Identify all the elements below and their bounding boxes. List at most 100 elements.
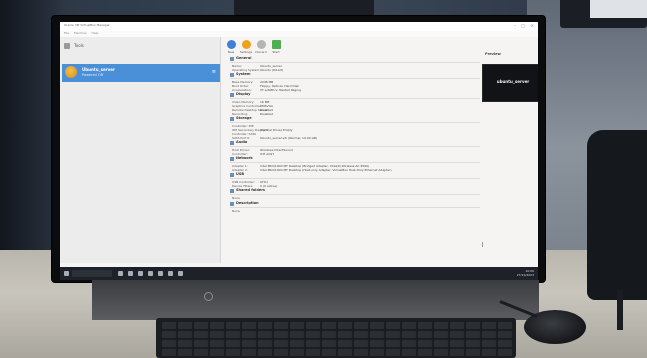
keyboard-key (210, 322, 224, 329)
usb-header[interactable]: USB (230, 172, 480, 178)
keyboard-key (274, 340, 288, 347)
general-icon (230, 57, 234, 61)
section-general: General Name: Ubuntu_server Operating Sys… (230, 56, 480, 72)
keyboard-key (338, 331, 352, 338)
far-monitor-right (560, 0, 647, 28)
keyboard-key (370, 349, 384, 356)
display-header[interactable]: Display (230, 92, 480, 98)
shared-folders-header[interactable]: Shared folders (230, 188, 480, 194)
keyboard-key (162, 322, 176, 329)
start-menu-icon[interactable] (64, 271, 69, 276)
usb-icon (230, 173, 234, 177)
keyboard-key (354, 349, 368, 356)
audio-header[interactable]: Audio (230, 140, 480, 146)
menu-file[interactable]: File (64, 31, 69, 35)
keyboard-key (370, 340, 384, 347)
keyboard-key (194, 322, 208, 329)
general-title: General (236, 56, 252, 60)
section-storage: Storage Controller: IDE IDE Secondary De… (230, 116, 480, 140)
keyboard-key (242, 349, 256, 356)
task-view-icon[interactable] (118, 271, 123, 276)
keyboard-key (210, 349, 224, 356)
edge-icon[interactable] (128, 271, 133, 276)
new-button[interactable]: New (224, 40, 238, 54)
screen: Oracle VM VirtualBox Manager – □ × File … (60, 22, 538, 280)
keyboard-key (306, 349, 320, 356)
storage-header[interactable]: Storage (230, 116, 480, 122)
network-header[interactable]: Network (230, 156, 480, 162)
keyboard-key (466, 322, 480, 329)
vm-list-item[interactable]: Ubuntu_server Powered Off ≡ (62, 64, 220, 82)
keyboard-key (226, 331, 240, 338)
display-title: Display (236, 92, 251, 96)
divider (230, 146, 480, 147)
keyboard-key (274, 331, 288, 338)
keyboard-key (402, 340, 416, 347)
details-pane: General Name: Ubuntu_server Operating Sys… (230, 56, 480, 256)
keyboard-key (354, 331, 368, 338)
keyboard-key (466, 331, 480, 338)
mouse-cursor-icon (482, 242, 486, 247)
keyboard-key (498, 349, 512, 356)
settings-button[interactable]: Settings (239, 40, 253, 54)
minimize-button[interactable]: – (514, 23, 516, 29)
settings-gear-icon (241, 40, 251, 49)
system-title: System (236, 72, 251, 76)
keyboard-key (402, 331, 416, 338)
divider (230, 207, 480, 208)
mail-icon[interactable] (158, 271, 163, 276)
system-header[interactable]: System (230, 72, 480, 78)
preview-panel: Preview ubuntu_server (482, 52, 538, 112)
keyboard-key (258, 331, 272, 338)
divider (230, 162, 480, 163)
taskbar-search-box[interactable] (72, 270, 112, 277)
keyboard-key (258, 349, 272, 356)
keyboard-key (386, 322, 400, 329)
explorer-icon[interactable] (138, 271, 143, 276)
keyboard-key (178, 331, 192, 338)
keyboard-key (354, 340, 368, 347)
menu-machine[interactable]: Machine (74, 31, 87, 35)
keyboard-key (498, 331, 512, 338)
system-tray[interactable]: 10:06 27/10/2023 (516, 269, 534, 277)
keyboard-key (450, 340, 464, 347)
ubuntu-os-icon (65, 66, 77, 78)
keyboard-key (162, 331, 176, 338)
keyboard-key (242, 331, 256, 338)
keyboard-key (434, 322, 448, 329)
keyboard-key (274, 349, 288, 356)
keyboard-key (178, 322, 192, 329)
tools-item[interactable]: Tools (62, 42, 218, 52)
general-header[interactable]: General (230, 56, 480, 62)
keyboard-key (178, 340, 192, 347)
keyboard-key (482, 340, 496, 347)
keyboard-key (450, 322, 464, 329)
new-icon (226, 40, 236, 49)
discard-button[interactable]: Discard (254, 40, 268, 54)
keyboard-key (338, 349, 352, 356)
tools-icon (64, 43, 70, 49)
audio-speaker-icon (230, 141, 234, 145)
app-taskbar-icon[interactable] (178, 271, 183, 276)
start-button[interactable]: Start (269, 40, 283, 54)
discard-label: Discard (255, 50, 267, 54)
vm-menu-icon[interactable]: ≡ (212, 69, 216, 75)
keyboard-key (162, 340, 176, 347)
store-icon[interactable] (148, 271, 153, 276)
keyboard-key (226, 340, 240, 347)
keyboard-key (162, 349, 176, 356)
vm-state: Powered Off (82, 73, 104, 77)
keyboard-key (178, 349, 192, 356)
virtualbox-taskbar-icon[interactable] (168, 271, 173, 276)
description-header[interactable]: Description (230, 201, 480, 207)
divider (230, 122, 480, 123)
section-display: Display Video Memory: 16 MB Graphics Cont… (230, 92, 480, 116)
keyboard-key (226, 322, 240, 329)
tray-date: 27/10/2023 (516, 272, 534, 277)
menu-help[interactable]: Help (92, 31, 99, 35)
close-button[interactable]: × (531, 23, 534, 29)
keyboard-key (450, 349, 464, 356)
keyboard-key (322, 322, 336, 329)
settings-label: Settings (239, 50, 253, 54)
maximize-button[interactable]: □ (521, 23, 525, 29)
